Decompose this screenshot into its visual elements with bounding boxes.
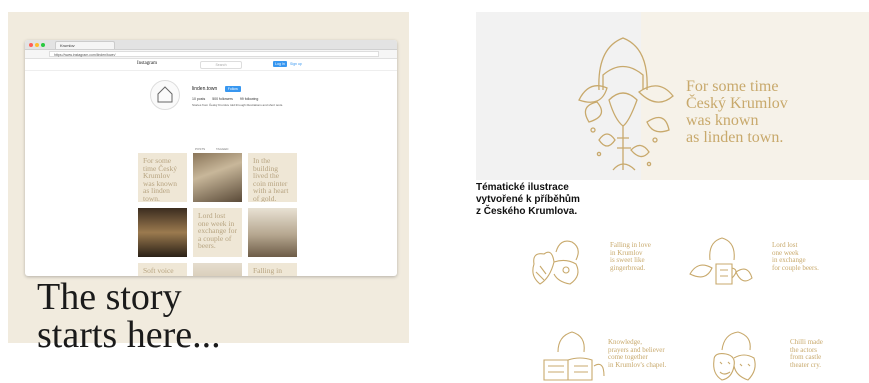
browser-window: Krumlov https://www.instagram.com/linden…	[25, 40, 397, 276]
url-bar[interactable]: https://www.instagram.com/linden/town/	[49, 51, 379, 57]
caption-line: Tématické ilustrace	[476, 182, 569, 193]
illustration-caption-line: in Krumlov's chapel.	[608, 360, 667, 369]
post-tile[interactable]: Falling in love in Krumlov is sweet like	[248, 263, 297, 276]
hero-text-line: as linden town.	[686, 129, 784, 146]
post-photo[interactable]	[193, 153, 242, 202]
chapel-books-illustration-icon	[543, 331, 605, 381]
minimize-dot-icon[interactable]	[35, 43, 39, 47]
tagline-line: The story	[37, 276, 182, 318]
close-dot-icon[interactable]	[29, 43, 33, 47]
illustration-caption: Falling in love in Krumlov is sweet like…	[610, 241, 651, 272]
tagline: The story starts here...	[37, 278, 221, 354]
profile-bio: Stories from Český Krumlov told through …	[192, 103, 284, 107]
tab-posts[interactable]: POSTS	[195, 147, 205, 151]
hero-banner: For some time Český Krumlov was known as…	[476, 12, 869, 180]
illustrations-panel: For some time Český Krumlov was known as…	[476, 12, 869, 383]
post-tile[interactable]: In the building lived the coin minter wi…	[248, 153, 297, 202]
posts-count[interactable]: 10 posts	[192, 97, 205, 101]
gingerbread-heart-illustration-icon	[532, 240, 579, 285]
instagram-header: Instagram Search Log In Sign up	[25, 59, 397, 71]
hero-text: For some time Český Krumlov was known as…	[686, 78, 788, 146]
browser-toolbar: https://www.instagram.com/linden/town/	[25, 50, 397, 59]
illustration-caption-line: gingerbread.	[610, 263, 646, 272]
hero-text-line: For some time	[686, 78, 779, 95]
illustration-caption: Lord lost one week in exchange for coupl…	[772, 241, 819, 272]
browser-titlebar: Krumlov	[25, 40, 397, 50]
search-input[interactable]: Search	[200, 61, 242, 69]
profile-stats: 10 posts 500 followers 99 following	[192, 97, 302, 101]
illustration-caption: Chilli made the actors from castle theat…	[790, 338, 823, 369]
tagline-line: starts here...	[37, 314, 221, 356]
login-button[interactable]: Log In	[273, 61, 287, 67]
instagram-logo[interactable]: Instagram	[137, 61, 157, 66]
profile-tabs: POSTS TAGGED	[195, 147, 238, 151]
beer-mugs-illustration-icon	[689, 237, 753, 285]
signup-link[interactable]: Sign up	[290, 61, 302, 67]
following-count[interactable]: 99 following	[240, 97, 258, 101]
theater-masks-illustration-icon	[713, 331, 756, 381]
post-photo[interactable]	[248, 208, 297, 257]
profile-info: linden.town Follow 10 posts 500 follower…	[192, 77, 302, 107]
hero-text-line: Český Krumlov	[686, 95, 788, 112]
tab-tagged[interactable]: TAGGED	[216, 147, 228, 151]
followers-count[interactable]: 500 followers	[212, 97, 233, 101]
illustration-caption-line: theater cry.	[790, 360, 822, 369]
caption-line: z Českého Krumlova.	[476, 206, 578, 217]
post-photo[interactable]	[138, 208, 187, 257]
follow-button[interactable]: Follow	[224, 86, 241, 92]
browser-tab[interactable]: Krumlov	[55, 41, 115, 49]
profile-avatar[interactable]	[150, 80, 180, 110]
post-tile[interactable]: Soft voice whispers exciting stories fro…	[138, 263, 187, 276]
maximize-dot-icon[interactable]	[41, 43, 45, 47]
illustration-caption: Knowledge, prayers and believer come tog…	[608, 338, 667, 369]
post-photo[interactable]	[193, 263, 242, 276]
caption-line: vytvořené k příběhům	[476, 194, 580, 205]
illustration-caption-line: for couple beers.	[772, 263, 819, 272]
post-tile[interactable]: Lord lost one week in exchange for a cou…	[193, 208, 242, 257]
profile-username: linden.town	[192, 86, 218, 92]
linden-tree-illustration-icon	[578, 37, 674, 171]
posts-grid: For some time Český Krumlov was known as…	[138, 153, 297, 276]
house-icon	[157, 86, 173, 103]
hero-text-line: was known	[686, 112, 759, 129]
section-caption: Tématické ilustrace vytvořené k příběhům…	[476, 182, 580, 218]
post-tile[interactable]: For some time Český Krumlov was known as…	[138, 153, 187, 202]
